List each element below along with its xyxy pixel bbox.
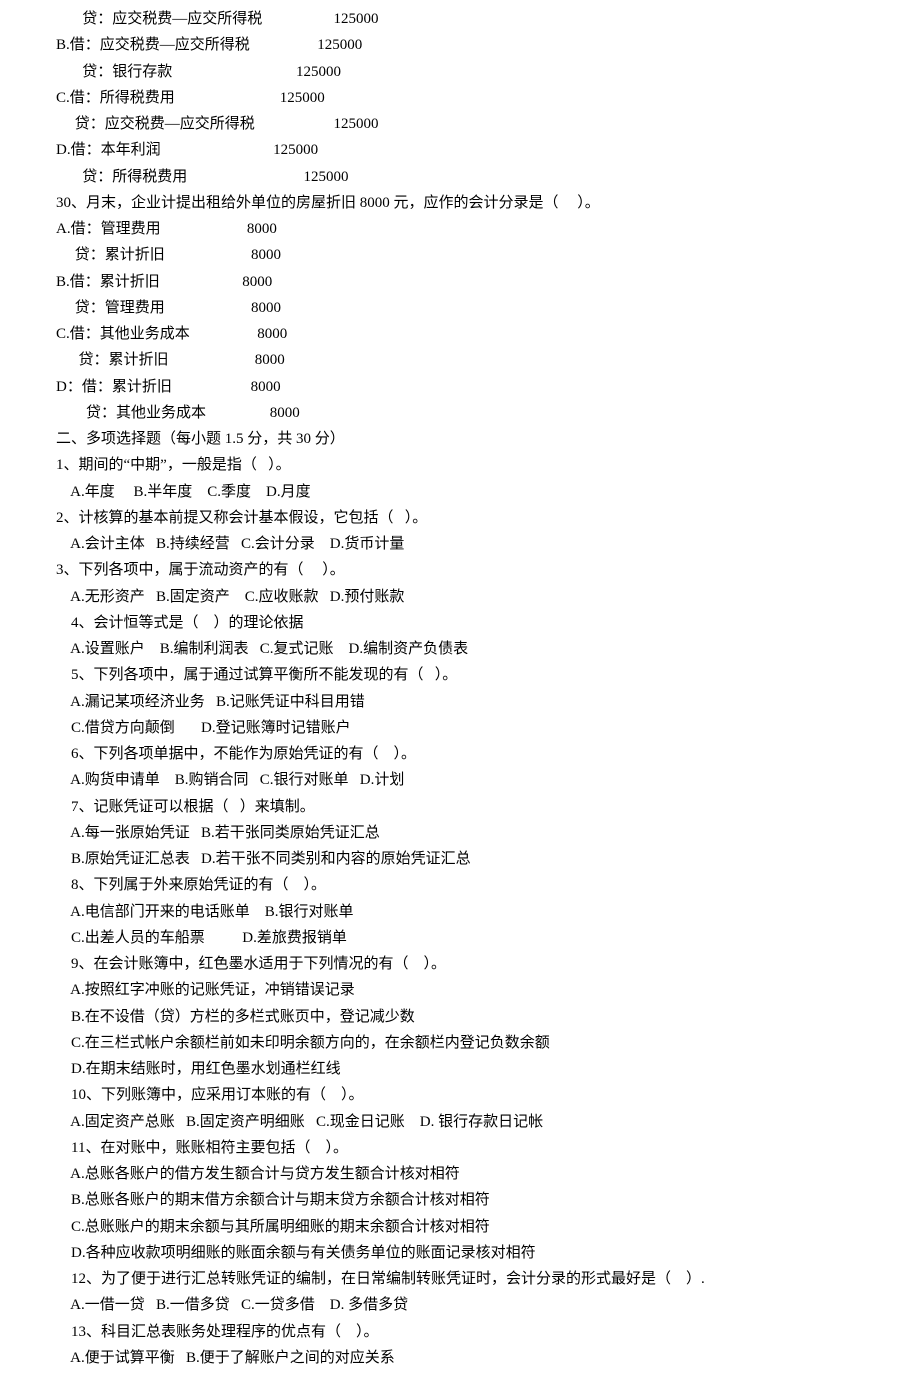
text-line: A.借：管理费用 8000 [56,216,864,242]
text-line: 30、月末，企业计提出租给外单位的房屋折旧 8000 元，应作的会计分录是（ ）… [56,190,864,216]
text-line: A.固定资产总账 B.固定资产明细账 C.现金日记账 D. 银行存款日记帐 [56,1109,864,1135]
text-line: B.原始凭证汇总表 D.若干张不同类别和内容的原始凭证汇总 [56,846,864,872]
text-line: 2、计核算的基本前提又称会计基本假设，它包括（ ）。 [56,505,864,531]
text-line: A.会计主体 B.持续经营 C.会计分录 D.货币计量 [56,531,864,557]
text-line: B.总账各账户的期末借方余额合计与期末贷方余额合计核对相符 [56,1187,864,1213]
text-line: 13、科目汇总表账务处理程序的优点有（ ）。 [56,1319,864,1345]
text-line: 1、期间的“中期”，一般是指（ ）。 [56,452,864,478]
text-line: D.在期末结账时，用红色墨水划通栏红线 [56,1056,864,1082]
text-line: A.电信部门开来的电话账单 B.银行对账单 [56,899,864,925]
text-line: 贷：累计折旧 8000 [56,347,864,373]
text-line: C.出差人员的车船票 D.差旅费报销单 [56,925,864,951]
text-line: 9、在会计账簿中，红色墨水适用于下列情况的有（ ）。 [56,951,864,977]
text-line: B.在不设借（贷）方栏的多栏式账页中，登记减少数 [56,1004,864,1030]
text-line: 8、下列属于外来原始凭证的有（ ）。 [56,872,864,898]
text-line: 3、下列各项中，属于流动资产的有（ ）。 [56,557,864,583]
text-line: 7、记账凭证可以根据（ ）来填制。 [56,794,864,820]
text-line: B.借：累计折旧 8000 [56,269,864,295]
text-line: A.设置账户 B.编制利润表 C.复式记账 D.编制资产负债表 [56,636,864,662]
text-line: D：借：累计折旧 8000 [56,374,864,400]
text-line: C.借：其他业务成本 8000 [56,321,864,347]
text-line: A.购货申请单 B.购销合同 C.银行对账单 D.计划 [56,767,864,793]
text-line: 贷：应交税费—应交所得税 125000 [56,111,864,137]
text-line: A.一借一贷 B.一借多贷 C.一贷多借 D. 多借多贷 [56,1292,864,1318]
text-line: A.漏记某项经济业务 B.记账凭证中科目用错 [56,689,864,715]
text-line: A.每一张原始凭证 B.若干张同类原始凭证汇总 [56,820,864,846]
text-line: 10、下列账簿中，应采用订本账的有（ ）。 [56,1082,864,1108]
text-line: 贷：管理费用 8000 [56,295,864,321]
text-line: C.借贷方向颠倒 D.登记账簿时记错账户 [56,715,864,741]
text-line: 12、为了便于进行汇总转账凭证的编制，在日常编制转账凭证时，会计分录的形式最好是… [56,1266,864,1292]
text-line: 贷：应交税费—应交所得税 125000 [56,6,864,32]
text-line: 二、多项选择题（每小题 1.5 分，共 30 分） [56,426,864,452]
text-line: 贷：其他业务成本 8000 [56,400,864,426]
text-line: C.在三栏式帐户余额栏前如未印明余额方向的，在余额栏内登记负数余额 [56,1030,864,1056]
text-line: D.借：本年利润 125000 [56,137,864,163]
text-line: C.借：所得税费用 125000 [56,85,864,111]
text-line: 贷：银行存款 125000 [56,59,864,85]
text-line: 11、在对账中，账账相符主要包括（ ）。 [56,1135,864,1161]
text-line: 6、下列各项单据中，不能作为原始凭证的有（ ）。 [56,741,864,767]
text-line: A.年度 B.半年度 C.季度 D.月度 [56,479,864,505]
text-line: 5、下列各项中，属于通过试算平衡所不能发现的有（ ）。 [56,662,864,688]
text-line: A.按照红字冲账的记账凭证，冲销错误记录 [56,977,864,1003]
text-line: D.各种应收款项明细账的账面余额与有关债务单位的账面记录核对相符 [56,1240,864,1266]
text-line: 贷：所得税费用 125000 [56,164,864,190]
text-line: 贷：累计折旧 8000 [56,242,864,268]
text-line: 4、会计恒等式是（ ）的理论依据 [56,610,864,636]
text-line: A.无形资产 B.固定资产 C.应收账款 D.预付账款 [56,584,864,610]
text-line: A.总账各账户的借方发生额合计与贷方发生额合计核对相符 [56,1161,864,1187]
text-line: C.总账账户的期末余额与其所属明细账的期末余额合计核对相符 [56,1214,864,1240]
text-line: B.借：应交税费—应交所得税 125000 [56,32,864,58]
text-line: A.便于试算平衡 B.便于了解账户之间的对应关系 [56,1345,864,1371]
